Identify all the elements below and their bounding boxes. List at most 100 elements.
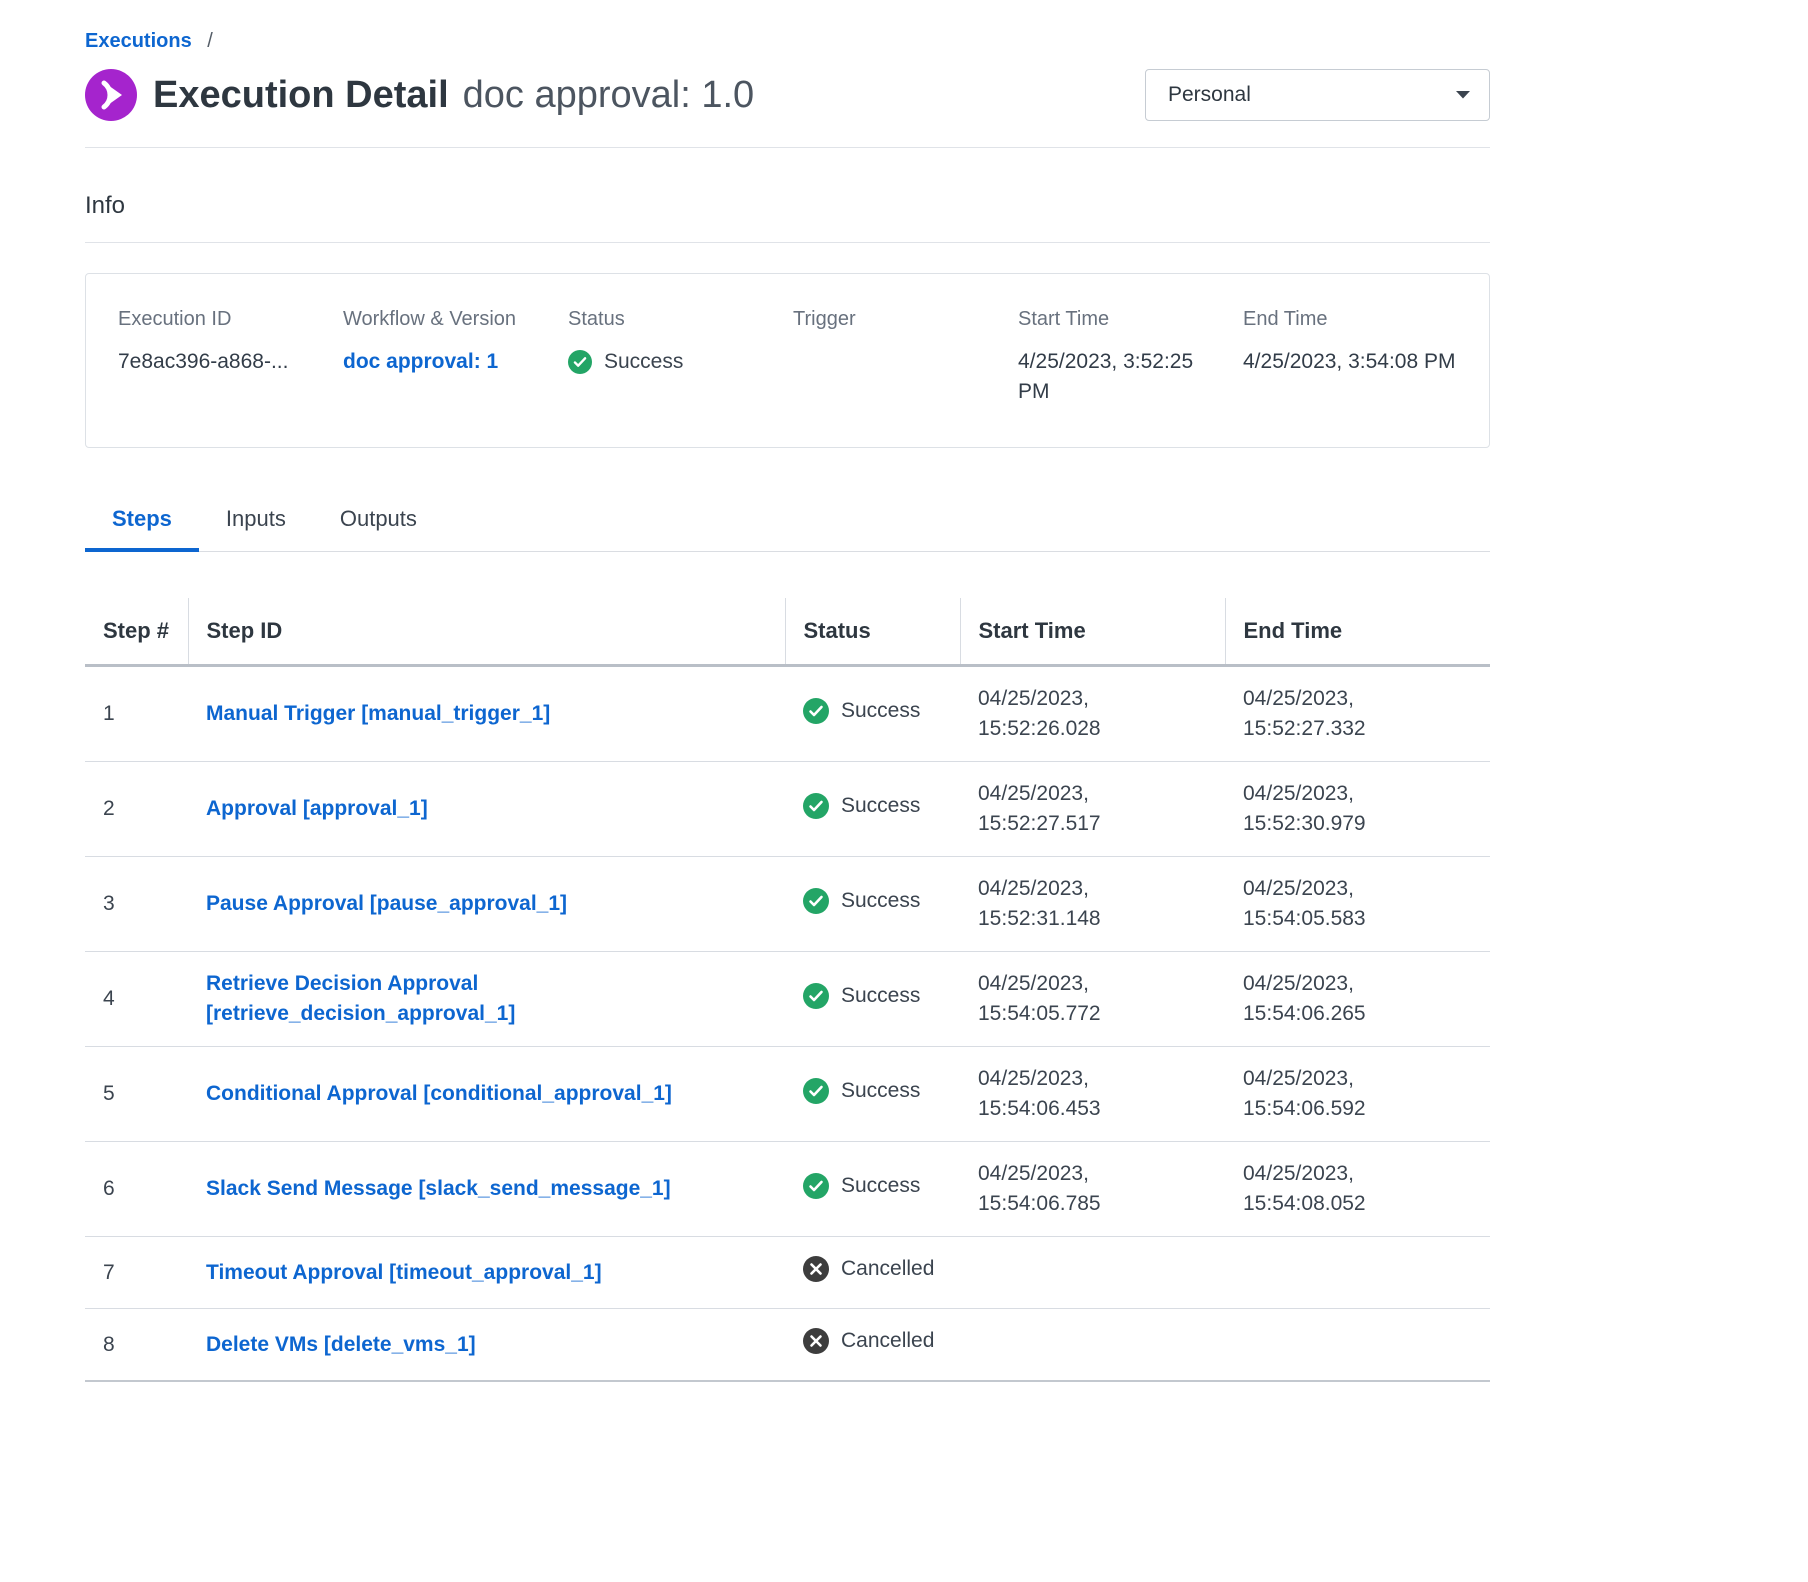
table-row: 7 Timeout Approval [timeout_approval_1] …	[85, 1237, 1490, 1309]
step-start-time: 04/25/2023, 15:52:26.028	[978, 684, 1163, 744]
steps-table-header: Step # Step ID Status Start Time End Tim…	[85, 598, 1490, 666]
info-field-label: Status	[568, 308, 771, 331]
step-id-cell: Manual Trigger [manual_trigger_1]	[188, 666, 785, 762]
step-id-link[interactable]: Pause Approval [pause_approval_1]	[206, 892, 567, 915]
step-start-time: 04/25/2023, 15:54:05.772	[978, 969, 1163, 1029]
step-start-time: 04/25/2023, 15:52:31.148	[978, 874, 1163, 934]
success-icon	[803, 888, 829, 914]
step-number: 5	[85, 1047, 188, 1142]
step-end-time: 04/25/2023, 15:54:08.052	[1243, 1159, 1428, 1219]
step-status-cell: Cancelled	[785, 1309, 960, 1382]
execution-status-label: Success	[604, 347, 683, 377]
col-header-end-time: End Time	[1225, 598, 1490, 666]
table-row: 3 Pause Approval [pause_approval_1] Succ…	[85, 857, 1490, 952]
step-status-label: Success	[841, 696, 920, 726]
step-status-cell: Success	[785, 762, 960, 857]
step-status: Success	[803, 696, 920, 726]
workflow-version-link[interactable]: doc approval: 1	[343, 350, 498, 373]
table-row: 6 Slack Send Message [slack_send_message…	[85, 1142, 1490, 1237]
step-status-cell: Success	[785, 952, 960, 1047]
info-field-trigger: Trigger	[793, 308, 1018, 407]
success-icon	[803, 1173, 829, 1199]
step-id-link[interactable]: Approval [approval_1]	[206, 797, 428, 820]
step-id-cell: Pause Approval [pause_approval_1]	[188, 857, 785, 952]
step-status: Success	[803, 1076, 920, 1106]
step-status-label: Success	[841, 886, 920, 916]
success-icon	[803, 698, 829, 724]
breadcrumb-executions-link[interactable]: Executions	[85, 30, 192, 52]
step-number: 6	[85, 1142, 188, 1237]
step-end-time: 04/25/2023, 15:54:06.265	[1243, 969, 1428, 1029]
tab-outputs[interactable]: Outputs	[313, 494, 444, 551]
step-id-cell: Conditional Approval [conditional_approv…	[188, 1047, 785, 1142]
step-end-cell: 04/25/2023, 15:54:08.052	[1225, 1142, 1490, 1237]
step-status-label: Success	[841, 1076, 920, 1106]
step-status-label: Cancelled	[841, 1326, 934, 1356]
cancelled-icon	[803, 1256, 829, 1282]
step-status-label: Success	[841, 981, 920, 1011]
step-id-link[interactable]: Delete VMs [delete_vms_1]	[206, 1333, 476, 1356]
end-time-value: 4/25/2023, 3:54:08 PM	[1243, 347, 1457, 377]
step-id-cell: Timeout Approval [timeout_approval_1]	[188, 1237, 785, 1309]
info-field-label: Start Time	[1018, 308, 1221, 331]
execution-status: Success	[568, 347, 683, 377]
step-start-cell: 04/25/2023, 15:54:06.453	[960, 1047, 1225, 1142]
tab-inputs[interactable]: Inputs	[199, 494, 313, 551]
col-header-step-id: Step ID	[188, 598, 785, 666]
step-number: 7	[85, 1237, 188, 1309]
breadcrumb-separator: /	[207, 30, 213, 52]
step-id-link[interactable]: Slack Send Message [slack_send_message_1…	[206, 1177, 671, 1200]
step-number: 8	[85, 1309, 188, 1382]
step-status: Success	[803, 981, 920, 1011]
step-number: 2	[85, 762, 188, 857]
step-id-cell: Approval [approval_1]	[188, 762, 785, 857]
info-card: Execution ID 7e8ac396-a868-... Workflow …	[85, 273, 1490, 448]
step-id-link[interactable]: Retrieve Decision Approval [retrieve_dec…	[206, 972, 515, 1025]
step-status-label: Cancelled	[841, 1254, 934, 1284]
steps-table: Step # Step ID Status Start Time End Tim…	[85, 598, 1490, 1382]
col-header-start-time: Start Time	[960, 598, 1225, 666]
step-status-cell: Success	[785, 666, 960, 762]
step-id-cell: Slack Send Message [slack_send_message_1…	[188, 1142, 785, 1237]
step-number: 4	[85, 952, 188, 1047]
step-start-cell: 04/25/2023, 15:54:06.785	[960, 1142, 1225, 1237]
info-field-end-time: End Time 4/25/2023, 3:54:08 PM	[1243, 308, 1479, 407]
workflow-logo-icon	[85, 69, 137, 121]
step-end-cell	[1225, 1237, 1490, 1309]
title-row: Execution Detail doc approval: 1.0 Perso…	[85, 69, 1490, 148]
step-id-cell: Retrieve Decision Approval [retrieve_dec…	[188, 952, 785, 1047]
tabs: Steps Inputs Outputs	[85, 494, 1490, 552]
breadcrumb: Executions /	[85, 30, 1490, 53]
chevron-down-icon	[1455, 90, 1471, 100]
step-status-label: Success	[841, 791, 920, 821]
table-row: 1 Manual Trigger [manual_trigger_1] Succ…	[85, 666, 1490, 762]
step-status-cell: Success	[785, 1047, 960, 1142]
step-end-time: 04/25/2023, 15:54:05.583	[1243, 874, 1428, 934]
step-start-cell	[960, 1309, 1225, 1382]
step-status-cell: Cancelled	[785, 1237, 960, 1309]
step-end-cell: 04/25/2023, 15:54:06.592	[1225, 1047, 1490, 1142]
step-id-link[interactable]: Conditional Approval [conditional_approv…	[206, 1082, 672, 1105]
step-start-cell: 04/25/2023, 15:52:27.517	[960, 762, 1225, 857]
step-id-link[interactable]: Manual Trigger [manual_trigger_1]	[206, 702, 550, 725]
info-field-label: Trigger	[793, 308, 996, 331]
info-field-label: Execution ID	[118, 308, 321, 331]
steps-table-body: 1 Manual Trigger [manual_trigger_1] Succ…	[85, 666, 1490, 1382]
step-status: Cancelled	[803, 1254, 934, 1284]
scope-select[interactable]: Personal	[1145, 69, 1490, 121]
step-status: Success	[803, 1171, 920, 1201]
info-field-workflow-version: Workflow & Version doc approval: 1	[343, 308, 568, 407]
start-time-value: 4/25/2023, 3:52:25 PM	[1018, 347, 1221, 407]
step-start-cell: 04/25/2023, 15:52:26.028	[960, 666, 1225, 762]
info-field-start-time: Start Time 4/25/2023, 3:52:25 PM	[1018, 308, 1243, 407]
execution-id-value: 7e8ac396-a868-...	[118, 347, 321, 377]
step-end-cell: 04/25/2023, 15:52:27.332	[1225, 666, 1490, 762]
step-id-link[interactable]: Timeout Approval [timeout_approval_1]	[206, 1261, 602, 1284]
success-icon	[568, 350, 592, 374]
step-number: 3	[85, 857, 188, 952]
table-row: 8 Delete VMs [delete_vms_1] Cancelled	[85, 1309, 1490, 1382]
step-end-time: 04/25/2023, 15:52:27.332	[1243, 684, 1428, 744]
table-row: 4 Retrieve Decision Approval [retrieve_d…	[85, 952, 1490, 1047]
step-end-time: 04/25/2023, 15:54:06.592	[1243, 1064, 1428, 1124]
tab-steps[interactable]: Steps	[85, 494, 199, 552]
